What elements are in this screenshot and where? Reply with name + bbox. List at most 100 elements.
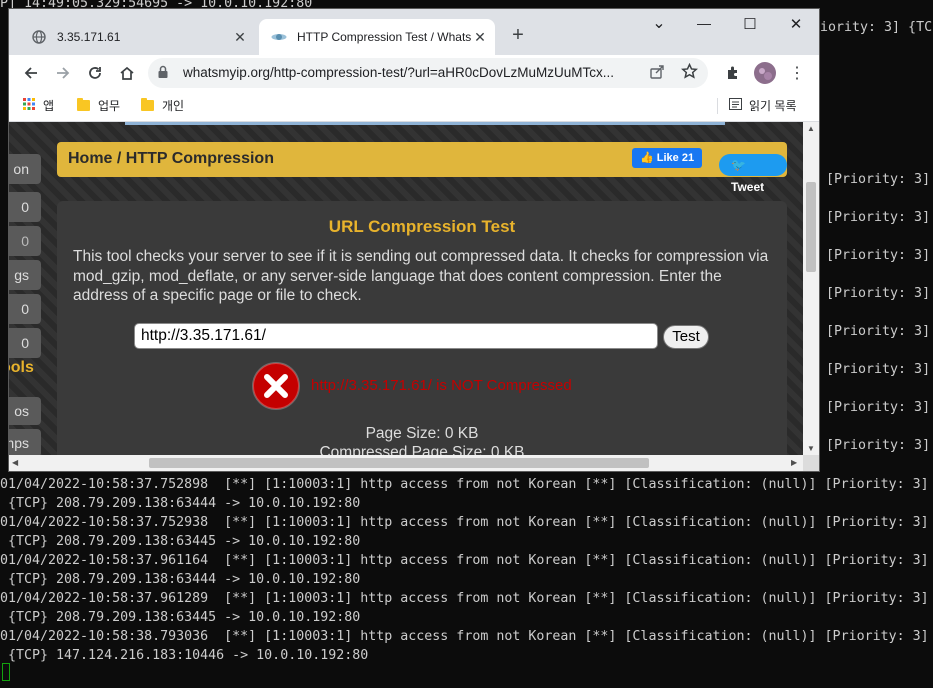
compressed-page-size: Compressed Page Size: 0 KB [319, 444, 525, 455]
terminal-line: 01/04/2022-10:58:37.752938 [**] [1:10003… [0, 515, 929, 530]
page-size: Page Size: 0 KB [365, 425, 479, 442]
scroll-up-icon[interactable]: ▲ [807, 124, 815, 133]
maximize-button[interactable]: ☐ [735, 15, 765, 37]
tweet-label: Tweet [731, 180, 765, 194]
apps-shortcut[interactable]: 앱 [23, 97, 54, 114]
reload-icon[interactable] [81, 59, 109, 87]
tab-title: HTTP Compression Test / Whats [297, 30, 471, 44]
result-status: http://3.35.171.61/ is NOT Compressed [311, 377, 572, 394]
tab-strip: 3.35.171.61 ✕ HTTP Compression Test / Wh… [9, 9, 819, 55]
scroll-down-icon[interactable]: ▼ [807, 444, 815, 453]
profile-avatar[interactable] [751, 59, 779, 87]
bookmark-folder-personal[interactable]: 개인 [141, 97, 184, 114]
horizontal-scrollbar[interactable]: ◀ ▶ [9, 455, 803, 471]
bookmark-label: 개인 [162, 99, 185, 113]
terminal-line: [Priority: 3] [826, 210, 931, 225]
share-icon[interactable] [649, 64, 665, 85]
url-text: whatsmyip.org/http-compression-test/?url… [183, 65, 615, 80]
like-count: Like 21 [656, 152, 695, 164]
facebook-like-button[interactable]: 👍 Like 21 [632, 148, 703, 168]
twitter-bird-icon: 🐦 [731, 158, 746, 172]
scrollbar-corner [803, 455, 819, 471]
tab-search-dropdown-icon[interactable]: ⌄ [644, 13, 674, 35]
bookmark-label: 업무 [98, 99, 121, 113]
close-window-button[interactable]: ✕ [781, 15, 811, 37]
breadcrumb[interactable]: Home / HTTP Compression [68, 150, 274, 168]
left-nav-item[interactable]: nps [9, 429, 41, 455]
breadcrumb-bar: Home / HTTP Compression 👍 Like 21 🐦 Twee… [57, 142, 787, 194]
top-menu-strip [125, 122, 725, 125]
browser-window: 3.35.171.61 ✕ HTTP Compression Test / Wh… [9, 9, 819, 471]
forward-icon[interactable] [49, 59, 77, 87]
tab-http-compression[interactable]: HTTP Compression Test / Whats ✕ [259, 19, 495, 55]
close-tab-icon[interactable]: ✕ [231, 29, 249, 46]
apps-label: 앱 [43, 99, 55, 113]
terminal-line: {TCP} 208.79.209.138:63444 -> 10.0.10.19… [0, 572, 361, 587]
terminal-line: {TCP} 208.79.209.138:63444 -> 10.0.10.19… [0, 496, 361, 511]
browser-toolbar: whatsmyip.org/http-compression-test/?url… [9, 55, 819, 91]
bookmarks-bar: 앱 업무 개인 읽기 목록 [9, 91, 819, 122]
extensions-icon[interactable] [719, 59, 747, 87]
terminal-line: [Priority: 3] [826, 438, 931, 453]
tab-title: 3.35.171.61 [57, 30, 121, 44]
error-x-icon [252, 362, 300, 410]
tweet-button[interactable]: 🐦 Tweet [719, 154, 787, 194]
terminal-line: {TCP} 208.79.209.138:63445 -> 10.0.10.19… [0, 610, 361, 625]
bookmark-star-icon[interactable] [681, 62, 698, 85]
terminal-line: [Priority: 3] [826, 286, 931, 301]
close-tab-icon[interactable]: ✕ [471, 29, 489, 46]
left-nav-item[interactable]: 0 [9, 226, 41, 256]
folder-icon [141, 98, 154, 111]
left-nav-item[interactable]: gs [9, 260, 41, 290]
terminal-line: [Priority: 3] [826, 172, 931, 187]
reading-list-label: 읽기 목록 [749, 99, 797, 113]
terminal-cursor [2, 663, 10, 681]
compression-test-card: URL Compression Test This tool checks yo… [57, 201, 787, 455]
scroll-left-icon[interactable]: ◀ [12, 458, 18, 467]
left-nav-item[interactable]: on [9, 154, 41, 184]
home-icon[interactable] [113, 59, 141, 87]
page-viewport: on 0 0 gs 0 0 ools os nps Home / HTTP Co… [9, 122, 803, 455]
terminal-line: [Priority: 3] [826, 248, 931, 263]
terminal-line: 01/04/2022-10:58:38.793036 [**] [1:10003… [0, 629, 929, 644]
tool-description: This tool checks your server to see if i… [73, 248, 769, 304]
terminal-line: [Priority: 3] [826, 324, 931, 339]
card-title: URL Compression Test [328, 217, 516, 236]
back-icon[interactable] [17, 59, 45, 87]
scrollbar-thumb[interactable] [149, 458, 649, 468]
terminal-line: 01/04/2022-10:58:37.752898 [**] [1:10003… [0, 477, 929, 492]
terminal-line: [Priority: 3] [826, 362, 931, 377]
left-navigation: on 0 0 gs 0 0 ools os nps [9, 122, 43, 455]
bookmark-folder-work[interactable]: 업무 [77, 97, 120, 114]
left-nav-item[interactable]: os [9, 397, 41, 425]
globe-icon [31, 29, 47, 45]
site-favicon-icon [271, 29, 287, 45]
scroll-right-icon[interactable]: ▶ [791, 458, 797, 467]
terminal-line: iority: 3] {TC [820, 20, 933, 35]
tab-ip[interactable]: 3.35.171.61 ✕ [19, 19, 255, 55]
scrollbar-thumb[interactable] [806, 182, 816, 272]
terminal-line: {TCP} 147.124.216.183:10446 -> 10.0.10.1… [0, 648, 369, 663]
address-bar[interactable]: whatsmyip.org/http-compression-test/?url… [148, 58, 708, 88]
terminal-line: {TCP} 208.79.209.138:63445 -> 10.0.10.19… [0, 534, 361, 549]
more-menu-icon[interactable]: ⋮ [783, 59, 811, 87]
thumbs-up-icon: 👍 [640, 152, 654, 164]
apps-grid-icon [23, 98, 35, 113]
reading-list-button[interactable]: 읽기 목록 [729, 97, 797, 114]
left-nav-item[interactable]: 0 [9, 192, 41, 222]
minimize-button[interactable]: — [689, 15, 719, 37]
terminal-line: [Priority: 3] [826, 400, 931, 415]
new-tab-button[interactable]: + [506, 24, 530, 48]
terminal-line: 01/04/2022-10:58:37.961289 [**] [1:10003… [0, 591, 929, 606]
divider [717, 98, 718, 114]
left-nav-item[interactable]: 0 [9, 328, 41, 358]
terminal-line: 01/04/2022-10:58:37.961164 [**] [1:10003… [0, 553, 929, 568]
vertical-scrollbar[interactable]: ▲ ▼ [803, 122, 819, 455]
lock-icon[interactable] [157, 65, 169, 84]
reading-list-icon [729, 98, 742, 113]
folder-icon [77, 98, 90, 111]
url-input[interactable] [134, 323, 658, 349]
test-button[interactable]: Test [663, 325, 709, 349]
left-nav-heading: ools [9, 359, 34, 376]
left-nav-item[interactable]: 0 [9, 294, 41, 324]
